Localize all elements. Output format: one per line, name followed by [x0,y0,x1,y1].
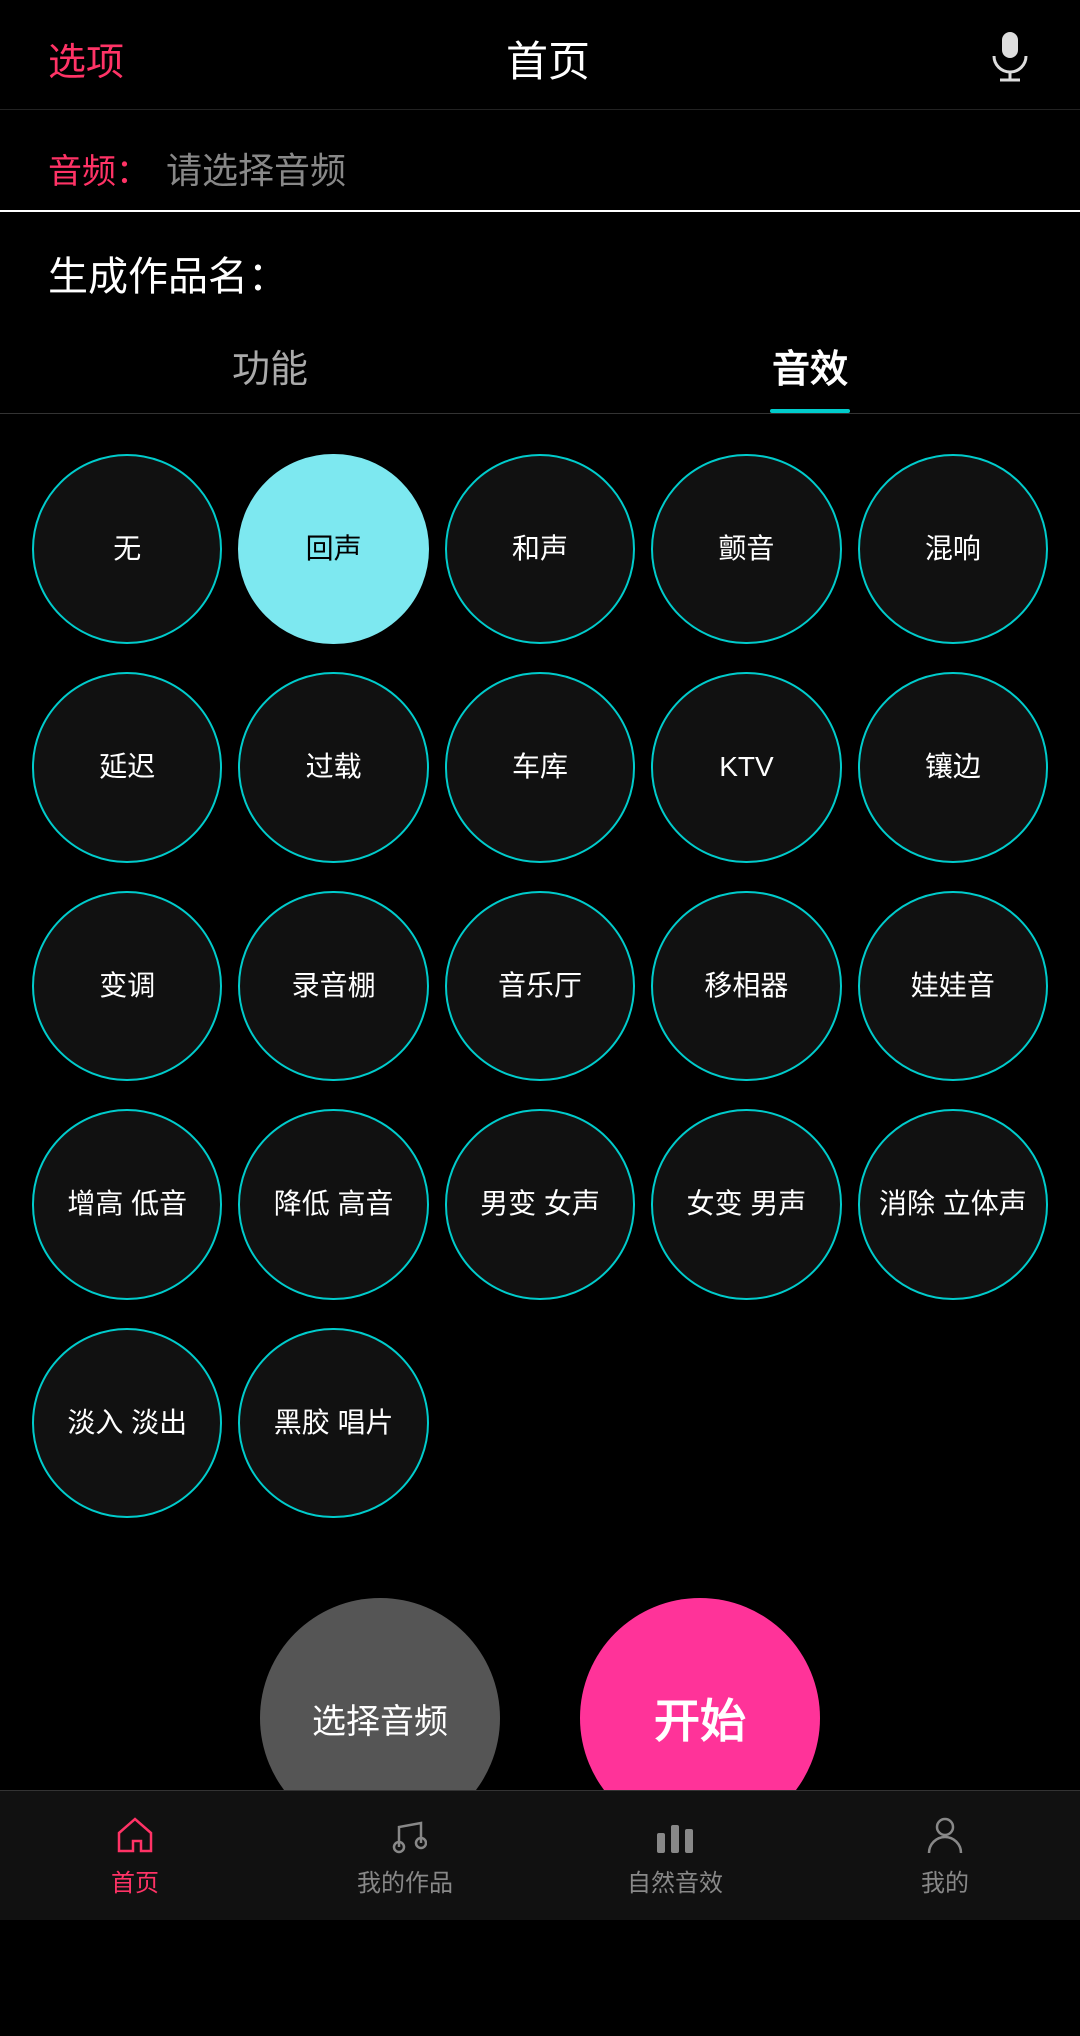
bottom-nav: 首页 我的作品 自然音效 我的 [0,1790,1080,1920]
effect-btn-none[interactable]: 无 [32,454,222,644]
effect-btn-garage[interactable]: 车库 [445,672,635,862]
effect-btn-remove_stereo[interactable]: 消除 立体声 [858,1109,1048,1299]
effect-btn-reverb[interactable]: 混响 [858,454,1048,644]
bars-icon [653,1813,697,1857]
effect-btn-reduce_treble[interactable]: 降低 高音 [238,1109,428,1299]
audio-placeholder: 请选择音频 [166,142,346,194]
audio-label: 音频： [48,144,150,193]
tabs: 功能 音效 [0,318,1080,414]
effect-btn-vinyl[interactable]: 黑胶 唱片 [238,1328,428,1518]
audio-select-row[interactable]: 音频： 请选择音频 [0,110,1080,212]
nav-home[interactable]: 首页 [0,1813,270,1898]
effect-btn-transpose[interactable]: 变调 [32,891,222,1081]
mic-icon [988,30,1032,87]
effect-btn-boost_bass[interactable]: 增高 低音 [32,1109,222,1299]
tab-effects[interactable]: 音效 [540,318,1080,413]
effect-btn-border[interactable]: 镶边 [858,672,1048,862]
music-icon [383,1813,427,1857]
effect-btn-delay[interactable]: 延迟 [32,672,222,862]
effect-btn-echo[interactable]: 回声 [238,454,428,644]
nav-my-works[interactable]: 我的作品 [270,1813,540,1898]
effect-btn-male_to_female[interactable]: 男变 女声 [445,1109,635,1299]
effect-btn-phaser[interactable]: 移相器 [651,891,841,1081]
effect-btn-harmony[interactable]: 和声 [445,454,635,644]
effect-btn-overdrive[interactable]: 过载 [238,672,428,862]
nav-my[interactable]: 我的 [810,1813,1080,1898]
page-title: 首页 [506,28,590,89]
effect-btn-chipmunk[interactable]: 娃娃音 [858,891,1048,1081]
home-icon [113,1813,157,1857]
effect-btn-studio[interactable]: 录音棚 [238,891,428,1081]
nav-my-label: 我的 [921,1863,969,1898]
effect-btn-ktv[interactable]: KTV [651,672,841,862]
mic-button[interactable] [972,30,1032,87]
header: 选项 首页 [0,0,1080,110]
work-title-label: 生成作品名： [48,255,288,299]
effect-btn-treble[interactable]: 颤音 [651,454,841,644]
effects-grid: 无回声和声颤音混响延迟过载车库KTV镶边变调录音棚音乐厅移相器娃娃音增高 低音降… [0,438,1080,1550]
work-title-row: 生成作品名： [0,212,1080,318]
effect-btn-concert[interactable]: 音乐厅 [445,891,635,1081]
nav-natural-effects[interactable]: 自然音效 [540,1813,810,1898]
user-icon [923,1813,967,1857]
effect-btn-female_to_male[interactable]: 女变 男声 [651,1109,841,1299]
nav-natural-effects-label: 自然音效 [627,1863,723,1898]
options-button[interactable]: 选项 [48,31,124,86]
nav-home-label: 首页 [111,1863,159,1898]
tab-function[interactable]: 功能 [0,318,540,413]
nav-my-works-label: 我的作品 [357,1863,453,1898]
effect-btn-fade[interactable]: 淡入 淡出 [32,1328,222,1518]
